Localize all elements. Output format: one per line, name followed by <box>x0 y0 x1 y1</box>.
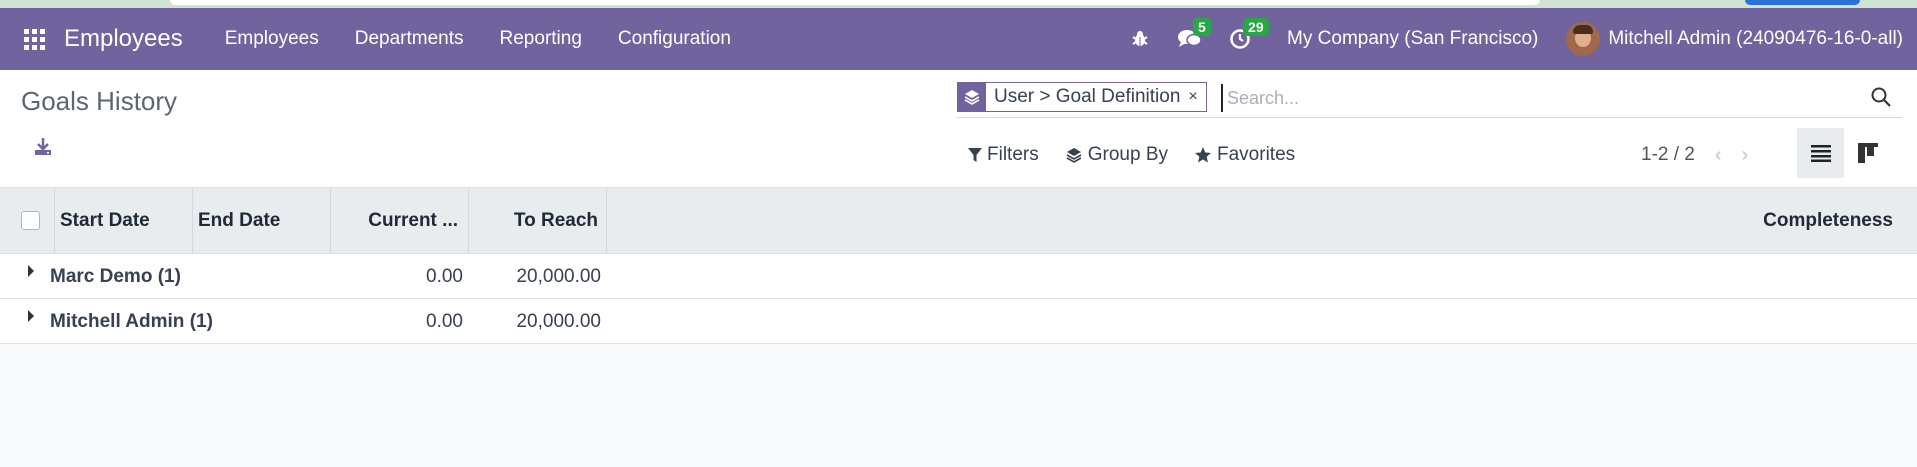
app-name[interactable]: Employees <box>64 25 183 53</box>
column-end-date-label: End Date <box>198 210 281 231</box>
group-to-reach: 20,000.00 <box>516 266 601 287</box>
pager: 1-2 / 2 ‹ › <box>1641 140 1748 170</box>
group-by-label: Group By <box>1087 144 1168 165</box>
menu-reporting[interactable]: Reporting <box>500 28 582 50</box>
browser-button <box>1745 0 1860 5</box>
pager-next-button[interactable]: › <box>1742 144 1749 167</box>
browser-top-strip <box>0 0 1917 8</box>
select-all-checkbox[interactable] <box>21 211 40 230</box>
group-to-reach: 20,000.00 <box>516 311 601 332</box>
column-start-date[interactable]: Start Date <box>55 188 193 254</box>
browser-address-bar <box>170 0 1540 5</box>
select-all-cell <box>0 188 55 254</box>
group-by-button[interactable]: Group By <box>1065 144 1168 166</box>
favorites-label: Favorites <box>1217 144 1296 165</box>
user-menu[interactable]: Mitchell Admin (24090476-16-0-all) <box>1608 28 1903 50</box>
column-end-date[interactable]: End Date <box>193 188 331 254</box>
search-icon[interactable] <box>1870 86 1894 110</box>
layers-icon <box>1066 148 1082 163</box>
download-icon[interactable] <box>32 136 56 160</box>
group-name: Marc Demo (1) <box>50 266 181 287</box>
pager-previous-button[interactable]: ‹ <box>1715 144 1722 167</box>
kanban-view-icon[interactable] <box>1844 128 1891 178</box>
facet-label: User > Goal Definition <box>994 86 1181 107</box>
column-current-label: Current ... <box>368 210 458 231</box>
control-panel: Goals History User > Goal Definition × F… <box>0 70 1917 188</box>
group-current: 0.00 <box>426 311 463 332</box>
avatar[interactable] <box>1566 22 1601 56</box>
apps-grid-icon[interactable] <box>17 22 51 56</box>
goals-list-table: Start Date End Date Current ... To Reach… <box>0 188 1917 344</box>
facet-remove-icon[interactable]: × <box>1188 88 1205 106</box>
column-to-reach[interactable]: To Reach <box>469 188 607 254</box>
star-icon <box>1195 147 1211 163</box>
main-navbar: Employees Employees Departments Reportin… <box>0 8 1917 70</box>
menu-employees[interactable]: Employees <box>225 28 319 50</box>
search-box: User > Goal Definition × <box>957 80 1902 118</box>
pager-value[interactable]: 1-2 / 2 <box>1641 144 1695 166</box>
messages-badge: 5 <box>1193 18 1211 36</box>
column-start-date-label: Start Date <box>60 210 150 231</box>
caret-right-icon <box>28 310 34 322</box>
funnel-icon <box>968 148 982 162</box>
view-switcher <box>1797 128 1891 178</box>
page-title[interactable]: Goals History <box>21 86 177 117</box>
filters-label: Filters <box>987 144 1039 165</box>
column-to-reach-label: To Reach <box>513 210 598 231</box>
filters-button[interactable]: Filters <box>968 144 1039 166</box>
bug-icon[interactable] <box>1125 24 1155 54</box>
company-switcher[interactable]: My Company (San Francisco) <box>1287 28 1538 50</box>
search-facet[interactable]: User > Goal Definition × <box>957 82 1207 112</box>
filter-bar: Filters Group By Favorites <box>968 140 1321 170</box>
search-input[interactable] <box>1221 84 1841 112</box>
caret-right-icon <box>28 265 34 277</box>
activities-badge: 29 <box>1243 18 1269 36</box>
table-row[interactable]: Marc Demo (1) 0.00 20,000.00 <box>0 254 1917 299</box>
list-view-icon[interactable] <box>1797 128 1844 178</box>
favorites-button[interactable]: Favorites <box>1194 144 1295 166</box>
table-header: Start Date End Date Current ... To Reach… <box>0 188 1917 254</box>
table-row[interactable]: Mitchell Admin (1) 0.00 20,000.00 <box>0 299 1917 344</box>
column-current[interactable]: Current ... <box>331 188 469 254</box>
column-completeness[interactable]: Completeness <box>607 188 1917 254</box>
group-name: Mitchell Admin (1) <box>50 311 213 332</box>
clock-icon[interactable]: 29 <box>1225 18 1269 54</box>
chat-icon[interactable]: 5 <box>1175 18 1211 54</box>
menu-departments[interactable]: Departments <box>355 28 464 50</box>
group-by-layers-icon <box>958 83 986 111</box>
column-completeness-label: Completeness <box>1763 210 1893 231</box>
menu-configuration[interactable]: Configuration <box>618 28 731 50</box>
group-current: 0.00 <box>426 266 463 287</box>
